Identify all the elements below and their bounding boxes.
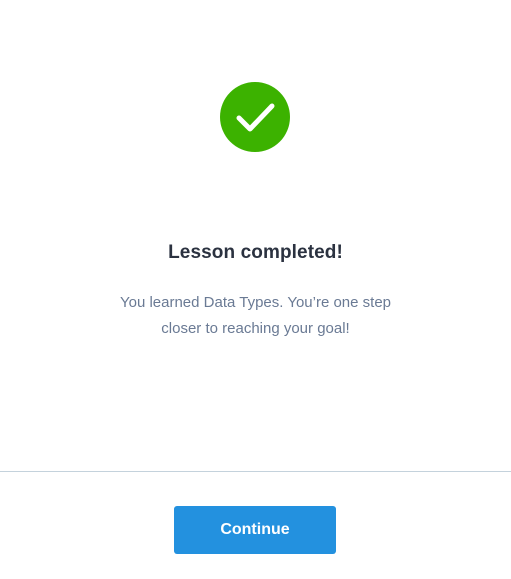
lesson-completed-title: Lesson completed! (168, 242, 343, 263)
checkmark-icon (236, 103, 275, 132)
footer-divider (0, 471, 511, 472)
success-badge (220, 82, 290, 152)
lesson-completed-message: You learned Data Types. You’re one step … (90, 290, 421, 342)
continue-button[interactable]: Continue (174, 506, 336, 554)
message-line: You learned Data Types. You’re one step (119, 294, 392, 311)
message-line: closer to reaching your goal! (161, 320, 350, 337)
